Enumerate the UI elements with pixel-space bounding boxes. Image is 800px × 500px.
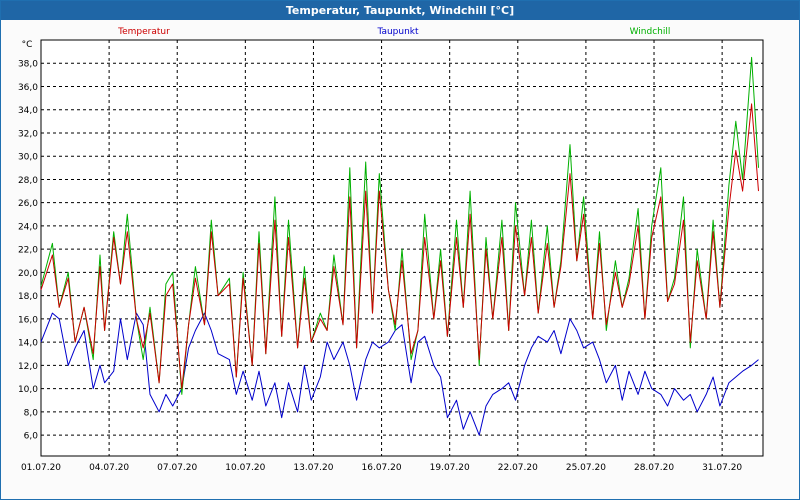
- x-tick-label: 16.07.20: [362, 463, 402, 473]
- x-tick-label: 19.07.20: [430, 463, 470, 473]
- y-tick-label: 24,0: [18, 222, 38, 232]
- legend-windchill: Windchill: [630, 27, 671, 37]
- y-tick-label: 34,0: [18, 106, 38, 116]
- y-tick-label: 14,0: [18, 339, 38, 349]
- plot-area: [40, 39, 764, 457]
- y-tick-label: 32,0: [18, 129, 38, 139]
- y-tick-label: 10,0: [18, 385, 38, 395]
- y-tick-label: 6,0: [24, 432, 39, 442]
- x-tick-label: 22.07.20: [498, 463, 538, 473]
- y-tick-label: 26,0: [18, 199, 38, 209]
- legend-taupunkt: Taupunkt: [376, 27, 419, 37]
- y-tick-label: 8,0: [24, 408, 39, 418]
- x-tick-label: 13.07.20: [293, 463, 333, 473]
- x-tick-label: 25.07.20: [566, 463, 606, 473]
- y-tick-label: 36,0: [18, 83, 38, 93]
- y-tick-label: 30,0: [18, 153, 38, 163]
- chart-canvas: 6,0 8,0 10,0 12,0 14,0 16,0 18,0 20,0 22,0 24,0 26…: [18, 27, 764, 473]
- y-tick-label: 22,0: [18, 246, 38, 256]
- y-tick-label: 16,0: [18, 315, 38, 325]
- y-tick-label: 38,0: [18, 60, 38, 70]
- chart-window: Temperatur, Taupunkt, Windchill [°C] 6,0…: [0, 0, 800, 500]
- y-axis-label: °C: [22, 40, 33, 50]
- x-tick-label: 31.07.20: [702, 463, 742, 473]
- x-tick-label: 28.07.20: [634, 463, 674, 473]
- y-tick-label: 28,0: [18, 176, 38, 186]
- x-tick-label: 10.07.20: [225, 463, 265, 473]
- window-title: Temperatur, Taupunkt, Windchill [°C]: [1, 1, 799, 20]
- x-tick-label: 04.07.20: [89, 463, 129, 473]
- legend-temperatur: Temperatur: [117, 27, 170, 37]
- y-tick-label: 18,0: [18, 292, 38, 302]
- y-tick-label: 20,0: [18, 269, 38, 279]
- x-tick-label: 01.07.20: [21, 463, 61, 473]
- y-tick-label: 12,0: [18, 362, 38, 372]
- x-tick-label: 07.07.20: [157, 463, 197, 473]
